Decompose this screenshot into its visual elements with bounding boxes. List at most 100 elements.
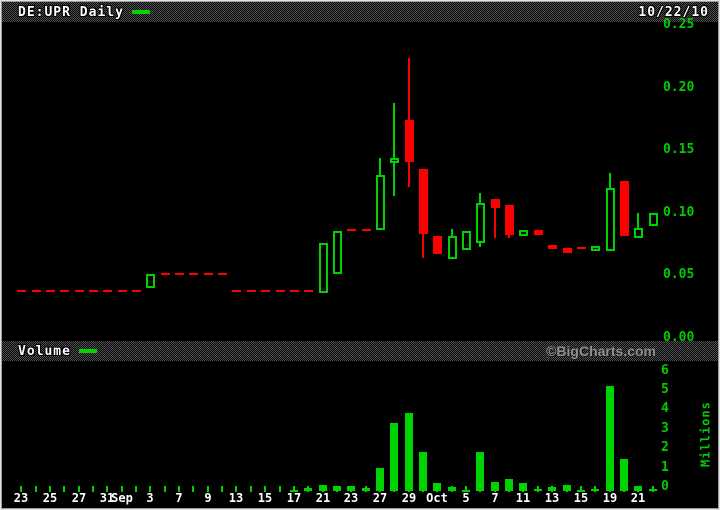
volume-bar: [390, 423, 398, 491]
flat-day-dash: [103, 290, 112, 292]
flat-day-dash: [304, 290, 313, 292]
x-axis-label: 9: [193, 492, 223, 505]
flat-day-dash: [204, 273, 213, 275]
x-axis-label: 27: [64, 492, 94, 505]
symbol-title-group: DE:UPR Daily: [18, 2, 150, 22]
symbol-title: DE:UPR Daily: [18, 5, 124, 20]
volume-title: Volume: [18, 344, 71, 359]
candle-wick-lower: [408, 162, 410, 187]
price-axis-label: 0.15: [663, 143, 713, 157]
candle-wick-upper: [479, 193, 481, 203]
x-axis-label: 7: [164, 492, 194, 505]
x-axis-label: 29: [394, 492, 424, 505]
candle-body-down: [620, 181, 629, 236]
volume-header-band: Volume ©BigCharts.com: [2, 341, 718, 361]
x-axis-label: 7: [480, 492, 510, 505]
flat-day-dash: [261, 290, 270, 292]
x-axis-label: 19: [595, 492, 625, 505]
price-axis-label: 0.00: [663, 331, 713, 345]
candle-wick-upper: [393, 103, 395, 158]
price-legend-dash: [132, 10, 150, 14]
flat-day-dash: [17, 290, 26, 292]
volume-axis-label: 6: [661, 364, 681, 378]
price-axis-label: 0.05: [663, 268, 713, 282]
volume-bar: [606, 386, 614, 491]
flat-day-dash: [290, 290, 299, 292]
volume-axis-label: 3: [661, 422, 681, 436]
volume-axis-label: 4: [661, 402, 681, 416]
price-header-band: DE:UPR Daily 10/22/10: [2, 2, 718, 22]
volume-axis-label: 1: [661, 461, 681, 475]
flat-day-dash: [32, 290, 41, 292]
candle-body-up: [649, 213, 658, 226]
candle-wick-lower: [479, 243, 481, 247]
candle-body-down: [491, 199, 500, 208]
candle-wick-upper: [637, 213, 639, 228]
candle-body-down: [433, 236, 442, 254]
candle-body-down: [405, 120, 414, 162]
flat-day-dash: [175, 273, 184, 275]
flat-day-dash: [218, 273, 227, 275]
volume-axis-label: 0: [661, 480, 681, 494]
flat-day-dash: [189, 273, 198, 275]
flat-day-dash: [161, 273, 170, 275]
bigcharts-watermark: ©BigCharts.com: [546, 341, 656, 361]
candle-body-up: [519, 230, 528, 236]
flat-day-dash: [347, 229, 356, 231]
volume-axis-unit: Millions: [699, 403, 712, 465]
volume-legend-dash: [79, 349, 97, 353]
x-axis-label: Sep: [107, 492, 137, 505]
candle-body-down: [548, 245, 557, 249]
x-axis-label: 5: [451, 492, 481, 505]
flat-day-dash: [75, 290, 84, 292]
candle-body-up: [390, 158, 399, 163]
flat-day-dash: [247, 290, 256, 292]
x-axis-label: 21: [308, 492, 338, 505]
x-axis-label: 3: [135, 492, 165, 505]
volume-title-group: Volume: [18, 341, 97, 361]
x-axis-label: 27: [365, 492, 395, 505]
candle-body-down: [505, 205, 514, 235]
x-axis-label: 25: [35, 492, 65, 505]
flat-day-dash: [60, 290, 69, 292]
x-axis-label: Oct: [422, 492, 452, 505]
candle-body-up: [462, 231, 471, 250]
candle-wick-lower: [393, 163, 395, 196]
candle-body-up: [476, 203, 485, 243]
candle-body-up: [634, 228, 643, 238]
x-axis-label: 23: [336, 492, 366, 505]
bigcharts-chart: DE:UPR Daily 10/22/10 Volume ©BigCharts.…: [0, 0, 720, 510]
candle-body-up: [591, 246, 600, 251]
flat-day-dash: [232, 290, 241, 292]
flat-day-dash: [577, 247, 586, 249]
candle-wick-lower: [508, 235, 510, 238]
price-axis-label: 0.20: [663, 81, 713, 95]
candle-body-up: [448, 236, 457, 259]
candle-body-up: [146, 274, 155, 288]
volume-axis-label: 2: [661, 441, 681, 455]
candle-body-up: [319, 243, 328, 293]
candle-body-up: [333, 231, 342, 274]
x-axis-label: 15: [250, 492, 280, 505]
candle-wick-lower: [494, 208, 496, 238]
x-axis-label: 17: [279, 492, 309, 505]
flat-day-dash: [118, 290, 127, 292]
x-axis-label: 21: [623, 492, 653, 505]
flat-day-dash: [362, 229, 371, 231]
x-axis-label: 11: [508, 492, 538, 505]
x-axis-label: 13: [537, 492, 567, 505]
candle-wick-upper: [408, 58, 410, 121]
candle-wick-lower: [422, 234, 424, 258]
candle-body-up: [376, 175, 385, 230]
flat-day-dash: [132, 290, 141, 292]
x-axis-label: 15: [566, 492, 596, 505]
x-axis-label: 13: [221, 492, 251, 505]
flat-day-dash: [46, 290, 55, 292]
price-axis-label: 0.25: [663, 18, 713, 32]
candle-wick-upper: [379, 158, 381, 176]
flat-day-dash: [89, 290, 98, 292]
candle-body-down: [534, 230, 543, 235]
candle-body-up: [606, 188, 615, 251]
volume-axis-label: 5: [661, 383, 681, 397]
candle-wick-upper: [609, 173, 611, 188]
